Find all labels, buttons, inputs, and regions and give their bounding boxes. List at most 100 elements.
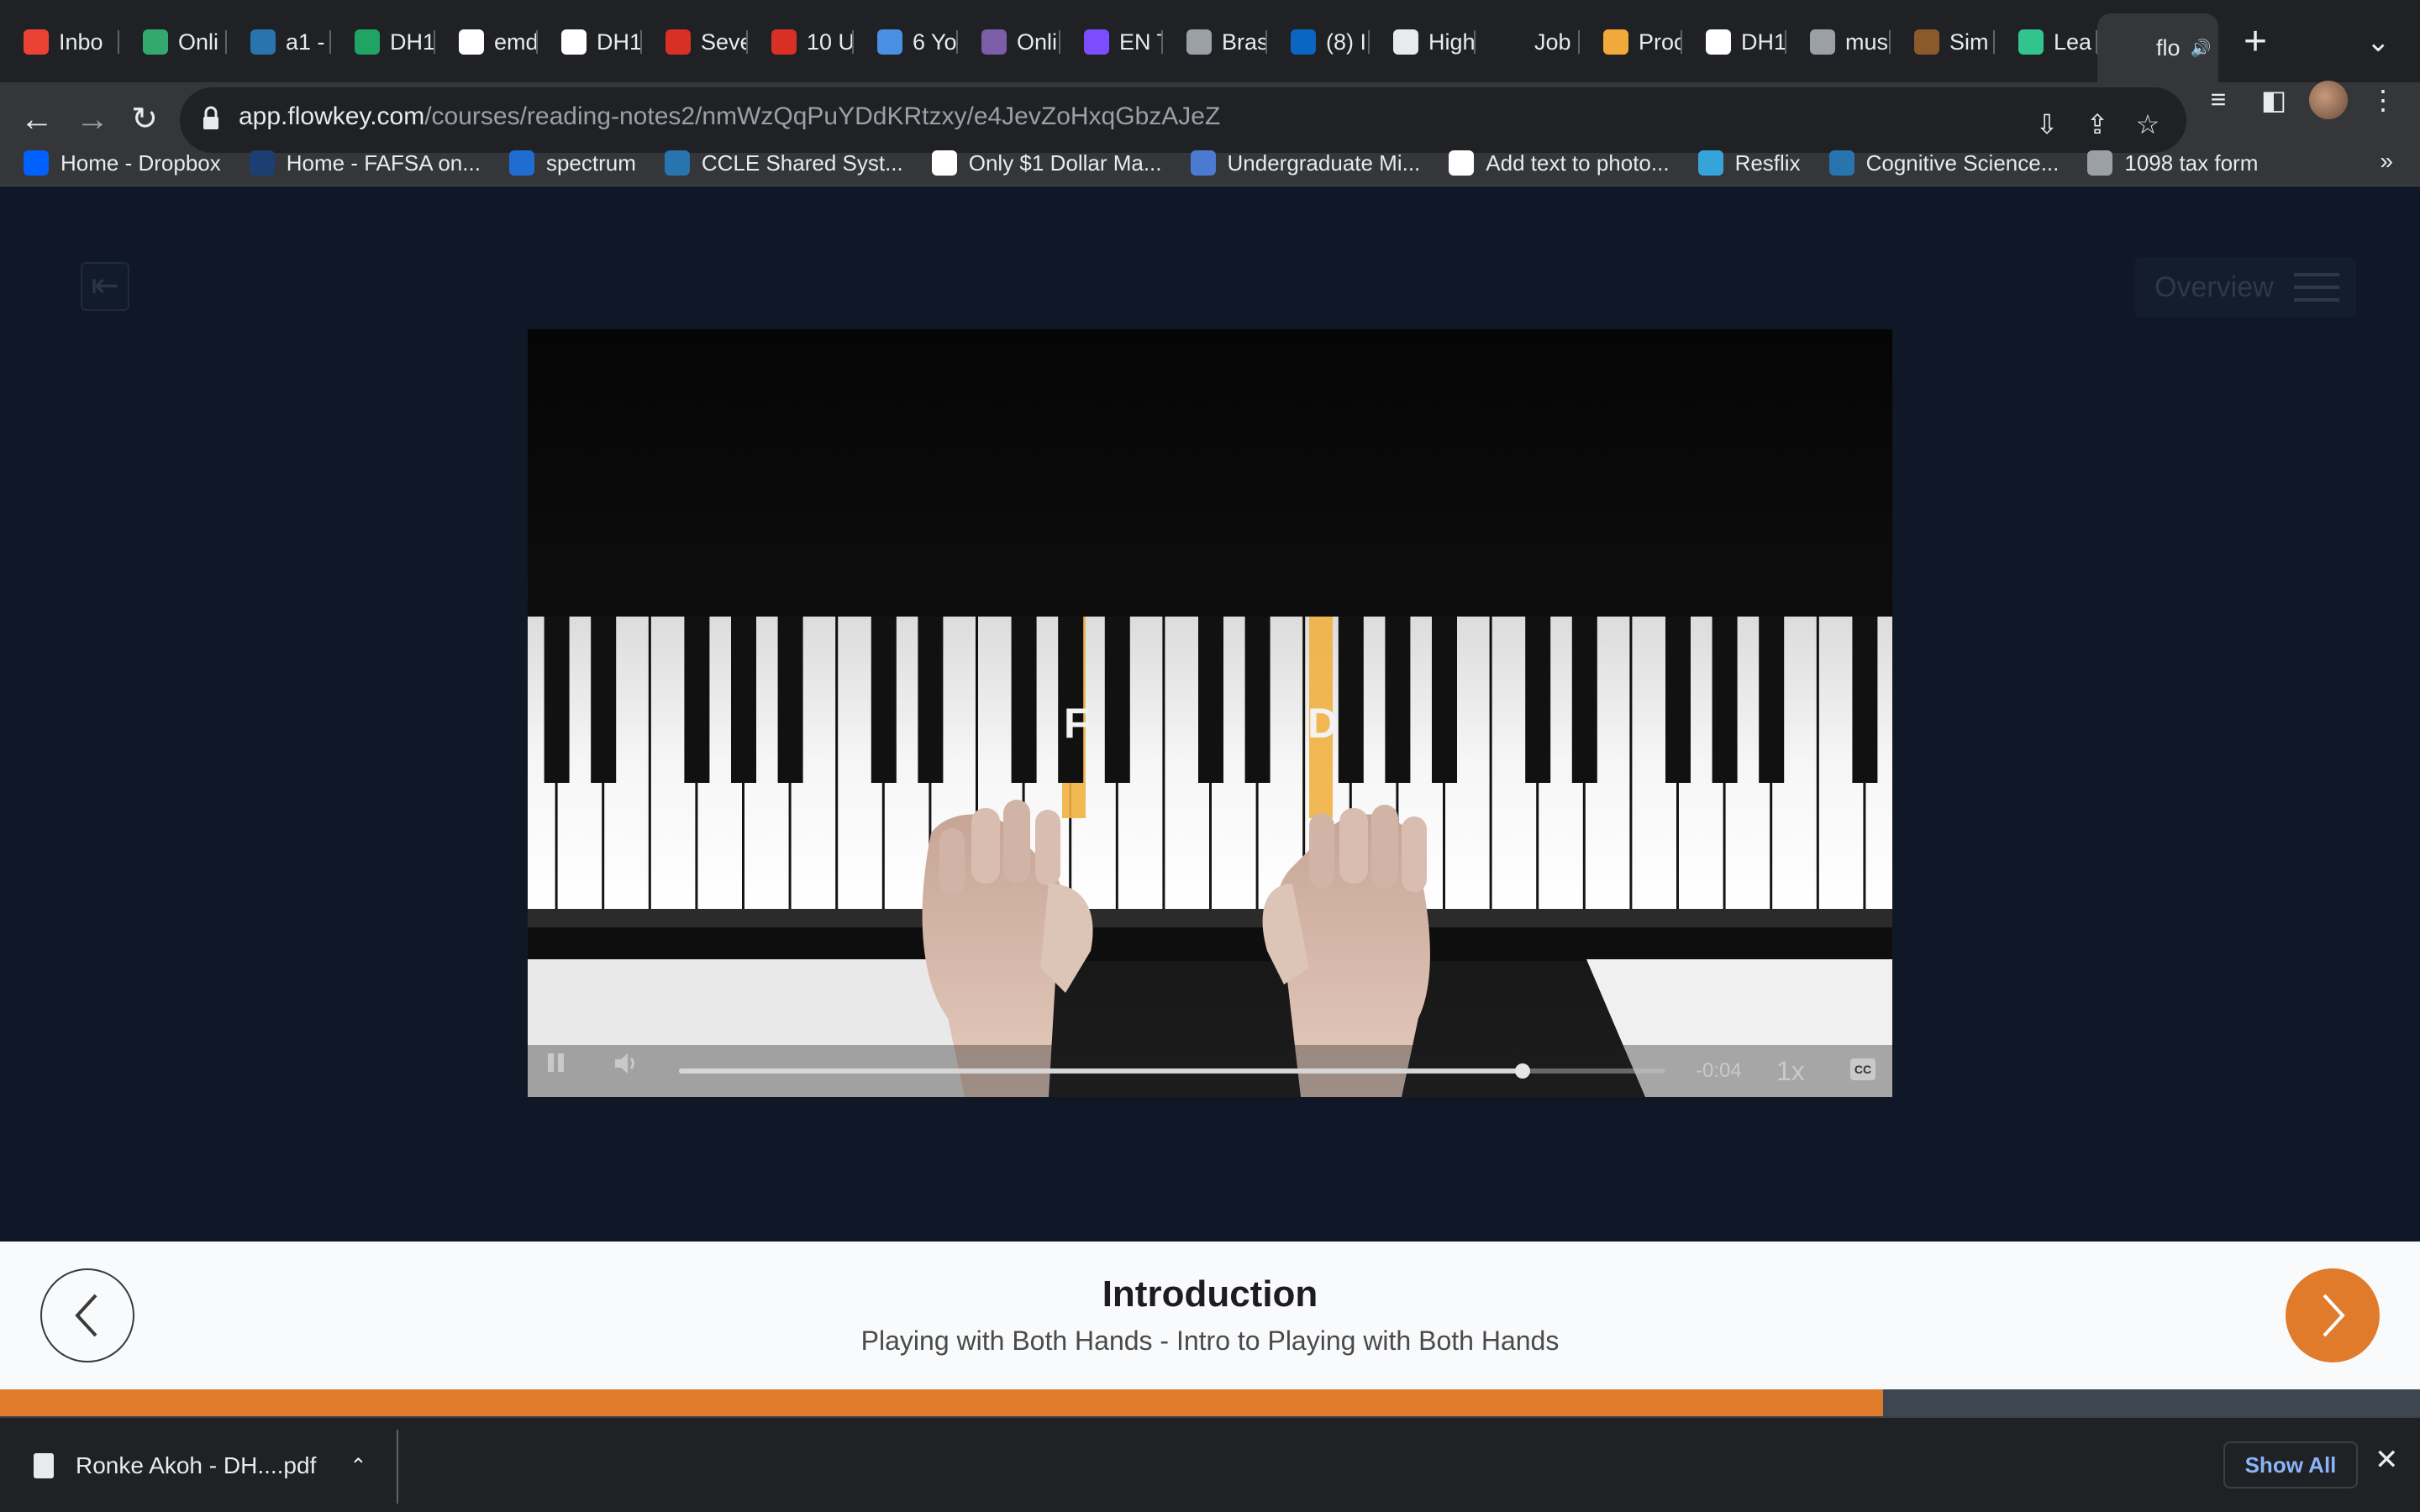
- github-icon: [561, 29, 587, 55]
- overview-button[interactable]: Overview: [2134, 257, 2356, 318]
- apple-icon: [1499, 29, 1524, 55]
- browser-tab[interactable]: DH1: [331, 18, 435, 66]
- video-progress-track[interactable]: [679, 1063, 1665, 1079]
- video-progress-played: [679, 1068, 1523, 1074]
- install-app-icon[interactable]: ⇩: [2030, 108, 2064, 141]
- browser-tab[interactable]: 10 U: [748, 18, 854, 66]
- browser-tab[interactable]: a1 -: [227, 18, 331, 66]
- bookmark-label: Only $1 Dollar Ma...: [968, 150, 1162, 176]
- notion-icon: [771, 29, 797, 55]
- bookmark-item[interactable]: Cognitive Science...: [1806, 150, 2065, 176]
- browser-tab[interactable]: Sim: [1891, 18, 1995, 66]
- browser-tab[interactable]: Bras: [1163, 18, 1267, 66]
- bookmark-item[interactable]: Add text to photo...: [1425, 150, 1674, 176]
- profile-avatar[interactable]: [2309, 81, 2348, 119]
- tab-title: High: [1428, 29, 1476, 55]
- black-key: [1852, 617, 1878, 783]
- flowkey-icon: [2121, 35, 2146, 60]
- lesson-title: Introduction: [1102, 1273, 1318, 1315]
- browser-tab[interactable]: Proc: [1580, 18, 1682, 66]
- browser-tab[interactable]: flo🔊✕: [2097, 13, 2218, 82]
- downloads-bar: Ronke Akoh - DH....pdf ⌃ Show All ✕: [0, 1416, 2420, 1512]
- bookmark-item[interactable]: Home - Dropbox: [0, 150, 226, 176]
- black-key: [731, 617, 756, 783]
- black-key: [1104, 617, 1130, 783]
- pen-icon: [1393, 29, 1418, 55]
- bookmark-item[interactable]: Home - FAFSA on...: [226, 150, 486, 176]
- note-label-f: F: [1064, 700, 1090, 747]
- tab-title: Onli: [178, 29, 219, 55]
- browser-tab[interactable]: DH1: [1682, 18, 1786, 66]
- black-key: [1525, 617, 1551, 783]
- captions-button[interactable]: CC: [1850, 1058, 1876, 1080]
- resflix-icon: [1697, 150, 1723, 176]
- browser-tab[interactable]: DH1: [538, 18, 642, 66]
- psi-icon: [1828, 150, 1854, 176]
- browser-tab[interactable]: mus: [1786, 18, 1891, 66]
- overview-label: Overview: [2154, 270, 2274, 303]
- pdf-file-icon: [34, 1453, 54, 1478]
- flowkey-icon: [2018, 29, 2044, 55]
- flowkey-lesson-page: ⇤ Overview F D -0:04 1x CC: [0, 186, 2420, 1242]
- pause-button[interactable]: [546, 1052, 580, 1090]
- browser-tab[interactable]: Onli: [958, 18, 1060, 66]
- bookmark-label: spectrum: [545, 150, 636, 176]
- lesson-video[interactable]: F D -0:04 1x CC: [528, 329, 1892, 1097]
- browser-tab[interactable]: 6 Yo: [854, 18, 958, 66]
- tab-search-icon[interactable]: ⌄: [2366, 25, 2391, 59]
- side-panel-icon[interactable]: ◧: [2257, 84, 2291, 118]
- forward-button[interactable]: →: [71, 97, 114, 141]
- github-icon: [459, 29, 484, 55]
- tab-title: Onli: [1017, 29, 1058, 55]
- chrome-menu-icon[interactable]: ⋮: [2366, 84, 2400, 118]
- play-icon: [1084, 29, 1109, 55]
- new-tab-button[interactable]: +: [2233, 20, 2277, 64]
- black-key: [871, 617, 897, 783]
- bookmark-item[interactable]: 1098 tax form: [2064, 150, 2263, 176]
- lock-icon: [203, 106, 218, 129]
- browser-tab[interactable]: Job: [1476, 18, 1580, 66]
- playback-speed-button[interactable]: 1x: [1776, 1052, 1805, 1090]
- video-controls: -0:04 1x CC: [528, 1045, 1892, 1097]
- media-control-icon[interactable]: ≡: [2202, 84, 2235, 118]
- share-icon[interactable]: ⇪: [2081, 108, 2114, 141]
- volume-button[interactable]: [613, 1052, 650, 1090]
- downloads-divider: [397, 1430, 398, 1504]
- p-icon: [1449, 150, 1475, 176]
- bookmark-item[interactable]: Resflix: [1675, 150, 1806, 176]
- bookmark-item[interactable]: Only $1 Dollar Ma...: [908, 150, 1167, 176]
- bookmark-star-icon[interactable]: ☆: [2131, 108, 2165, 141]
- bookmark-item[interactable]: Undergraduate Mi...: [1167, 150, 1426, 176]
- close-downloads-icon[interactable]: ✕: [2375, 1443, 2399, 1477]
- reload-button[interactable]: ↻: [123, 97, 166, 141]
- chevron-up-icon[interactable]: ⌃: [350, 1454, 366, 1478]
- browser-tab[interactable]: Lea: [1995, 18, 2097, 66]
- black-key: [591, 617, 617, 783]
- lesson-subtitle: Playing with Both Hands - Intro to Playi…: [860, 1326, 1560, 1356]
- exit-lesson-button[interactable]: ⇤: [81, 262, 129, 311]
- video-progress-handle[interactable]: [1514, 1063, 1530, 1079]
- black-key: [1385, 617, 1411, 783]
- browser-tab[interactable]: emd: [435, 18, 538, 66]
- back-button[interactable]: ←: [15, 97, 59, 141]
- download-item[interactable]: Ronke Akoh - DH....pdf ⌃: [34, 1436, 366, 1495]
- tab-title: emd: [494, 29, 538, 55]
- ucla-icon: [250, 29, 276, 55]
- bookmarks-overflow-icon[interactable]: »: [2380, 148, 2393, 175]
- next-lesson-button[interactable]: [2286, 1268, 2380, 1362]
- browser-tab[interactable]: Seve: [642, 18, 748, 66]
- show-all-downloads-button[interactable]: Show All: [2223, 1441, 2358, 1488]
- bookmark-label: Undergraduate Mi...: [1227, 150, 1421, 176]
- bookmark-item[interactable]: CCLE Shared Syst...: [641, 150, 908, 176]
- browser-tab[interactable]: High: [1370, 18, 1476, 66]
- browser-tab[interactable]: Inbo: [0, 18, 119, 66]
- wave-icon: [1603, 29, 1628, 55]
- bookmark-item[interactable]: spectrum: [486, 150, 641, 176]
- browser-tab[interactable]: (8) I: [1267, 18, 1370, 66]
- lesson-navigation-bar: Introduction Playing with Both Hands - I…: [0, 1242, 2420, 1389]
- pause-icon: [548, 1053, 564, 1072]
- tab-title: mus: [1845, 29, 1889, 55]
- browser-tab[interactable]: EN T: [1060, 18, 1163, 66]
- dh-icon: [1190, 150, 1216, 176]
- browser-tab[interactable]: Onli: [119, 18, 227, 66]
